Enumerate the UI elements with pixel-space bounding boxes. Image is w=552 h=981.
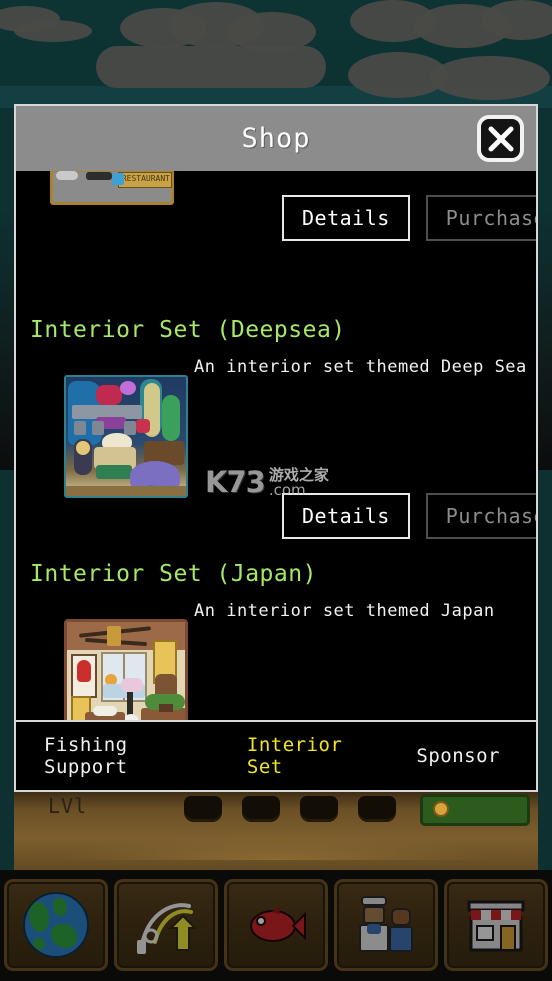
algae [96, 465, 132, 479]
item-actions: Details Purchased [282, 493, 536, 539]
purchased-button: Purchased [425, 195, 536, 241]
sailor-cap [361, 895, 387, 906]
cloud [430, 56, 550, 100]
seaweed [162, 395, 180, 441]
starfish [136, 419, 150, 433]
purchased-button: Purchased [425, 493, 536, 539]
page-title: Shop [241, 123, 311, 154]
fish-icon [243, 892, 309, 958]
item-description: An interior set themed Japan [194, 601, 495, 621]
nav-world-button[interactable] [4, 878, 108, 971]
tab-sponsor[interactable]: Sponsor [416, 745, 500, 767]
resource-panel[interactable] [420, 794, 530, 826]
empty-slot[interactable] [242, 796, 280, 822]
shop-item-list[interactable]: RESTAURANT Details Purchased Interior Se… [16, 171, 536, 720]
fishing-rod-upgrade-icon [133, 892, 199, 958]
floor-highlight [14, 820, 538, 860]
item-title: Interior Set (Deepsea) [30, 317, 346, 343]
daruma [77, 660, 91, 682]
shop-modal: Shop RESTAURANT Details Purchas Interior… [14, 104, 538, 792]
japan-interior-thumbnail [64, 619, 188, 720]
close-icon[interactable] [477, 115, 524, 162]
item-title: Interior Set (Japan) [30, 561, 317, 587]
empty-slot[interactable] [184, 796, 222, 822]
stone-chair [124, 421, 136, 435]
katana-stand [107, 626, 121, 646]
restaurant-roof [86, 172, 112, 180]
list-item: RESTAURANT Details Purchased [16, 171, 536, 263]
restaurant-awning [112, 173, 124, 185]
stone-chair [92, 421, 104, 435]
restaurant-roof [56, 171, 78, 180]
vase [123, 714, 139, 720]
modal-header: Shop [16, 106, 536, 171]
sailor-collar [367, 923, 381, 934]
sailor-head [363, 905, 385, 924]
red-coral [96, 385, 122, 405]
jellyfish [120, 381, 136, 395]
game-screen: LVl Shop RESTAURANT Details Purchas Inte… [0, 0, 552, 981]
dock-floor: LVl [14, 790, 538, 878]
restaurant-thumbnail: RESTAURANT [50, 171, 174, 205]
details-button[interactable]: Details [282, 493, 410, 539]
globe-icon [23, 891, 89, 958]
coin-icon [433, 801, 449, 817]
nav-gear-button[interactable] [114, 878, 218, 971]
cloud [14, 20, 92, 42]
empty-slot[interactable] [358, 796, 396, 822]
sakura-branch [121, 678, 143, 692]
item-description: An interior set themed Deep Sea [194, 357, 527, 377]
list-item: Interior Set (Japan) An interior set the… [16, 561, 536, 720]
list-item: Interior Set (Deepsea) An interior set t… [16, 317, 536, 545]
bottom-navigation [0, 870, 552, 981]
close-x-glyph [488, 126, 513, 151]
category-tabbar: Fishing Support Interior Set Sponsor [16, 720, 536, 790]
lamp [76, 441, 90, 455]
girl-body [389, 925, 413, 952]
bonsai-pot [159, 704, 173, 712]
item-actions: Details Purchased [282, 195, 536, 241]
nav-fish-button[interactable] [224, 878, 328, 971]
level-badge: LVl [48, 794, 88, 818]
characters-icon [353, 892, 419, 958]
cloud [482, 0, 552, 40]
girl-head [391, 907, 411, 926]
cloud [96, 46, 326, 88]
empty-slot[interactable] [300, 796, 338, 822]
tab-fishing-support[interactable]: Fishing Support [44, 734, 211, 778]
nav-crew-button[interactable] [334, 878, 438, 971]
tab-interior-set[interactable]: Interior Set [247, 734, 381, 778]
deepsea-interior-thumbnail [64, 375, 188, 498]
food-plate [93, 706, 117, 716]
sea-floor [66, 486, 186, 496]
details-button[interactable]: Details [282, 195, 410, 241]
stone-chair [74, 421, 86, 435]
shop-icon [463, 892, 529, 958]
nav-shop-button[interactable] [444, 878, 548, 971]
restaurant-sign-text: RESTAURANT [121, 174, 170, 183]
